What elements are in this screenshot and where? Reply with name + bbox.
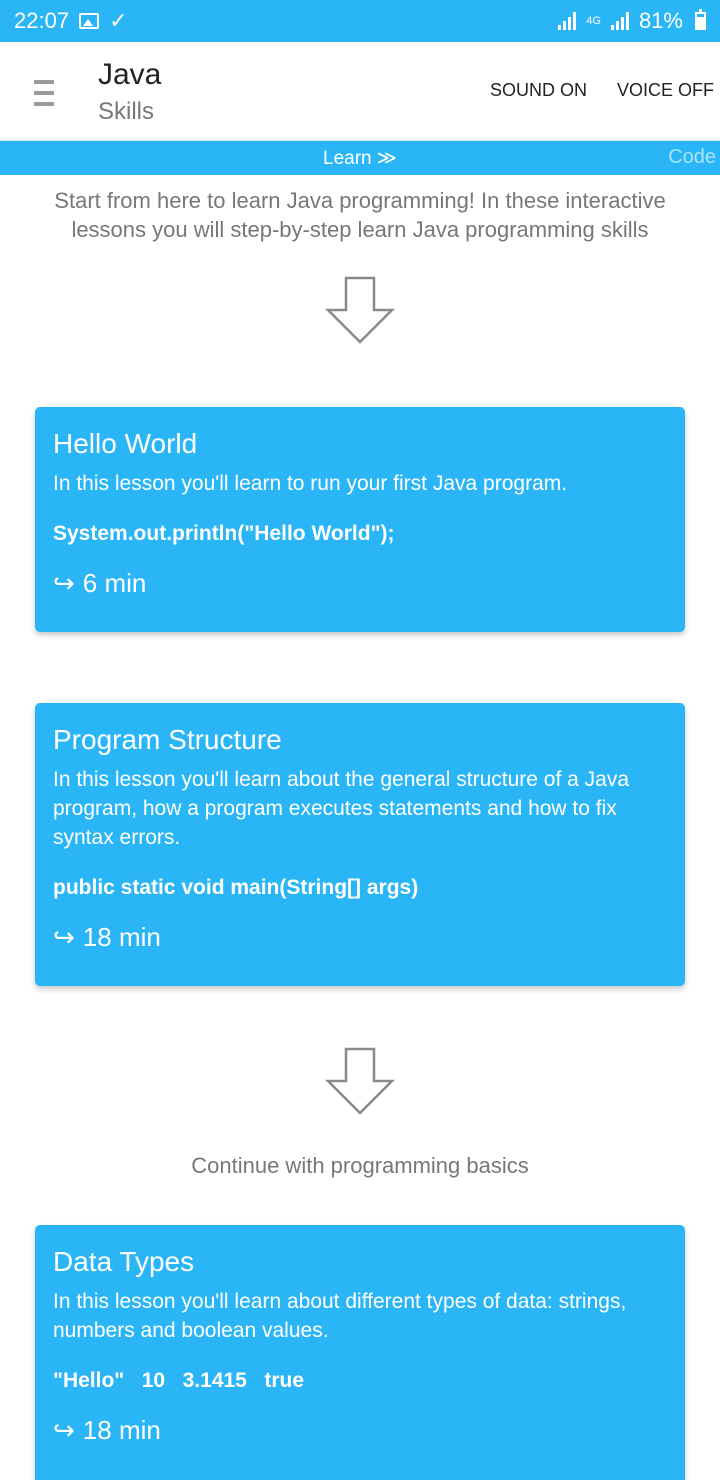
battery-icon [695,9,706,30]
app-title: Java [98,58,162,91]
lesson-duration-text: 18 min [82,922,161,952]
lesson-duration-text: 18 min [82,1415,161,1445]
sound-toggle-button[interactable]: SOUND ON [490,80,587,101]
tab-learn[interactable]: Learn ≫ [323,147,397,170]
arrow-right-hook-icon: ↪ [53,568,75,598]
network-type: 4G [586,15,601,27]
lesson-duration: ↪ 6 min [53,568,667,599]
gallery-notification-icon [79,13,100,29]
intro-text: Start from here to learn Java programmin… [54,188,666,242]
lesson-code-sample: "Hello" 10 3.1415 true [53,1369,305,1392]
signal-icon [558,12,577,30]
lesson-title: Hello World [53,428,198,459]
lesson-duration-text: 6 min [82,568,147,598]
lesson-code-sample: public static void main(String[] args) [53,876,419,899]
voice-toggle-button[interactable]: VOICE OFF [617,80,714,101]
lesson-description: In this lesson you'll learn about the ge… [53,768,630,849]
signal-icon-2 [610,12,629,30]
lesson-description: In this lesson you'll learn about differ… [53,1290,627,1342]
app-subtitle: Skills [98,98,155,125]
section-continue-text: Continue with programming basics [191,1153,529,1178]
status-time: 22:07 [14,8,70,33]
lesson-card-data-types[interactable]: Data Types In this lesson you'll learn a… [35,1225,685,1480]
tab-bar: Learn ≫ Code [0,141,720,175]
arrow-right-hook-icon: ↪ [53,1415,75,1445]
lesson-card-program-structure[interactable]: Program Structure In this lesson you'll … [35,703,685,986]
lesson-duration: ↪ 18 min [53,922,667,953]
lesson-code-sample: System.out.println("Hello World"); [53,522,395,545]
arrow-down-icon [324,276,396,344]
lesson-description: In this lesson you'll learn to run your … [53,472,568,495]
app-bar: Java Skills SOUND ON VOICE OFF [0,42,720,141]
lesson-duration: ↪ 18 min [53,1415,667,1446]
tab-code[interactable]: Code [668,146,716,169]
battery-level: 81% [638,8,683,33]
lesson-title: Program Structure [53,724,282,755]
arrow-down-icon [324,1047,396,1115]
status-bar-left: 22:07 ✓ [14,8,128,34]
check-notification-icon: ✓ [109,8,128,33]
menu-icon[interactable] [34,80,54,106]
status-bar-right: 4G 81% [558,8,706,34]
lesson-title: Data Types [53,1246,195,1277]
status-bar: 22:07 ✓ 4G 81% [0,0,720,42]
lesson-card-hello-world[interactable]: Hello World In this lesson you'll learn … [35,407,685,632]
arrow-right-hook-icon: ↪ [53,922,75,952]
